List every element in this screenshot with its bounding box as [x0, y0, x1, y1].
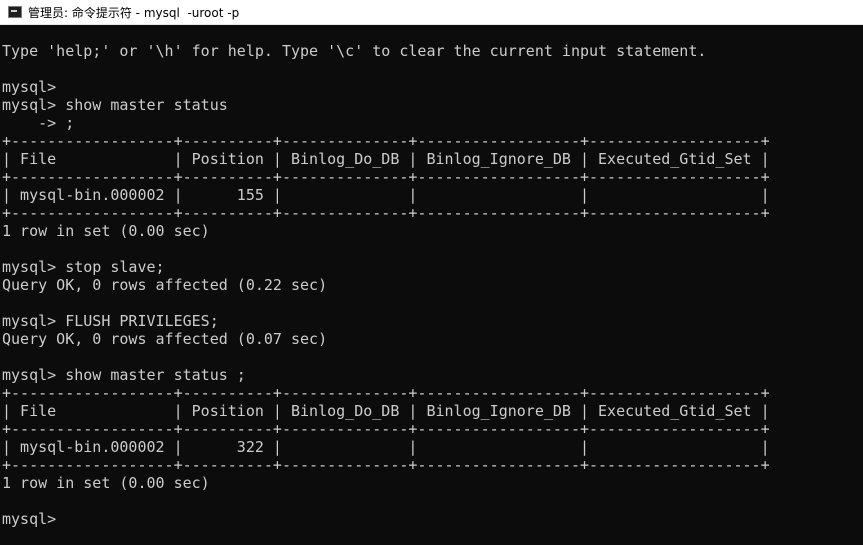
title-bar[interactable]: 管理员: 命令提示符 - mysql -uroot -p [0, 0, 863, 25]
console-line: Type 'help;' or '\h' for help. Type '\c'… [2, 42, 707, 60]
console-line: +------------------+----------+---------… [2, 384, 770, 402]
console-line: Query OK, 0 rows affected (0.07 sec) [2, 330, 328, 348]
console-line: +------------------+----------+---------… [2, 420, 770, 438]
console-line: mysql> [2, 78, 57, 96]
console-line: Query OK, 0 rows affected (0.22 sec) [2, 276, 328, 294]
console-line: mysql> stop slave; [2, 258, 165, 276]
console-line: | mysql-bin.000002 | 155 | | | | [2, 186, 770, 204]
console-line: +------------------+----------+---------… [2, 132, 770, 150]
console-line: 1 row in set (0.00 sec) [2, 474, 210, 492]
console-line: mysql> FLUSH PRIVILEGES; [2, 312, 219, 330]
console-output[interactable]: Type 'help;' or '\h' for help. Type '\c'… [2, 42, 863, 545]
console-line: | File | Position | Binlog_Do_DB | Binlo… [2, 150, 770, 168]
console-line: 1 row in set (0.00 sec) [2, 222, 210, 240]
window-title: 管理员: 命令提示符 - mysql -uroot -p [28, 5, 240, 20]
console-line: mysql> show master status [2, 96, 228, 114]
console-line: mysql> show master status ; [2, 366, 246, 384]
console-line: mysql> [2, 510, 57, 528]
console-line: -> ; [2, 114, 75, 132]
command-prompt-window: 管理员: 命令提示符 - mysql -uroot -p Type 'help;… [0, 0, 863, 545]
console-line: | File | Position | Binlog_Do_DB | Binlo… [2, 402, 770, 420]
console-line: +------------------+----------+---------… [2, 204, 770, 222]
console-line: | mysql-bin.000002 | 322 | | | | [2, 438, 770, 456]
cmd-icon [8, 6, 22, 18]
console-line: +------------------+----------+---------… [2, 168, 770, 186]
console-line: +------------------+----------+---------… [2, 456, 770, 474]
